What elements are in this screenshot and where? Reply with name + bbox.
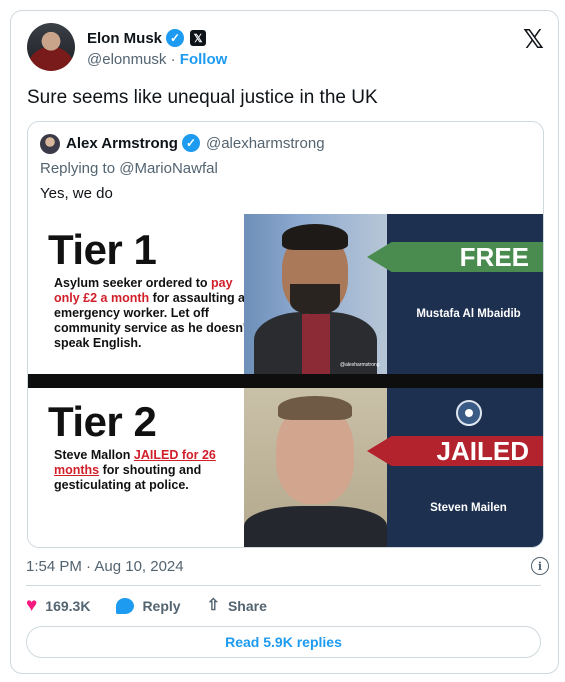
- reply-button[interactable]: Reply: [116, 597, 181, 614]
- tweet-timestamp[interactable]: 1:54 PM · Aug 10, 2024: [26, 558, 184, 575]
- police-crest-icon: [456, 400, 482, 426]
- author-name[interactable]: Elon Musk: [87, 30, 162, 47]
- tier1-description: Asylum seeker ordered to pay only £2 a m…: [54, 276, 253, 350]
- reply-bubble-icon: [116, 597, 135, 614]
- author-handle[interactable]: @elonmusk: [87, 51, 166, 68]
- tier2-panel: Tier 2 Steve Mallon JAILED for 26 months…: [28, 388, 543, 547]
- tier2-title: Tier 2: [48, 398, 157, 445]
- tier2-description: Steve Mallon JAILED for 26 months for sh…: [54, 448, 216, 492]
- quoted-author-handle[interactable]: @alexharmstrong: [206, 135, 325, 152]
- reply-mention[interactable]: @MarioNawfal: [119, 160, 218, 177]
- heart-icon: ♥: [26, 595, 38, 616]
- handle-separator: ·: [170, 51, 176, 68]
- info-icon[interactable]: i: [531, 557, 549, 575]
- reply-label: Reply: [142, 597, 181, 614]
- quoted-author-name[interactable]: Alex Armstrong: [66, 135, 178, 152]
- tier1-title: Tier 1: [48, 226, 157, 273]
- like-button[interactable]: ♥ 169.3K: [26, 596, 90, 615]
- share-button[interactable]: ⇧ Share: [206, 596, 267, 614]
- quoted-reply-context: Replying to @MarioNawfal: [40, 160, 218, 177]
- action-bar: ♥ 169.3K Reply ⇧ Share: [26, 596, 267, 615]
- share-label: Share: [227, 597, 267, 614]
- verified-icon: ✓: [166, 29, 185, 47]
- tweet-text: Sure seems like unequal justice in the U…: [27, 87, 378, 108]
- follow-button[interactable]: Follow: [180, 51, 228, 68]
- tier1-blue-panel: [387, 214, 543, 374]
- meme-divider: [28, 374, 543, 388]
- tier1-panel: Tier 1 Asylum seeker ordered to pay only…: [28, 214, 543, 374]
- quoted-author-avatar[interactable]: [40, 134, 60, 154]
- free-banner: FREE: [367, 242, 543, 272]
- meme-image[interactable]: Tier 1 Asylum seeker ordered to pay only…: [28, 214, 543, 547]
- author-avatar[interactable]: [27, 23, 75, 71]
- tier2-subject-name: Steven Mailen: [430, 502, 507, 514]
- meme-watermark: @alexharmstrong: [340, 362, 380, 368]
- quoted-author-row: Alex Armstrong ✓ @alexharmstrong: [66, 134, 325, 152]
- like-count: 169.3K: [45, 597, 91, 614]
- reply-prefix: Replying to: [40, 160, 116, 177]
- author-handle-row: @elonmusk · Follow: [87, 51, 227, 68]
- quoted-text: Yes, we do: [40, 185, 113, 202]
- tier2-photo: [244, 388, 387, 547]
- quoted-tweet[interactable]: Alex Armstrong ✓ @alexharmstrong Replyin…: [27, 121, 544, 548]
- tier1-subject-name: Mustafa Al Mbaidib: [416, 308, 521, 320]
- quoted-verified-icon: ✓: [181, 134, 200, 152]
- read-replies-button[interactable]: Read 5.9K replies: [26, 626, 541, 658]
- share-icon: ⇧: [206, 596, 220, 614]
- tier1-photo: @alexharmstrong: [244, 214, 387, 374]
- x-affiliate-icon: 𝕏: [190, 30, 207, 46]
- author-name-row: Elon Musk ✓ 𝕏: [87, 29, 207, 47]
- x-logo-icon[interactable]: 𝕏: [523, 25, 544, 55]
- jailed-banner: JAILED: [367, 436, 543, 466]
- footer-divider: [26, 585, 541, 586]
